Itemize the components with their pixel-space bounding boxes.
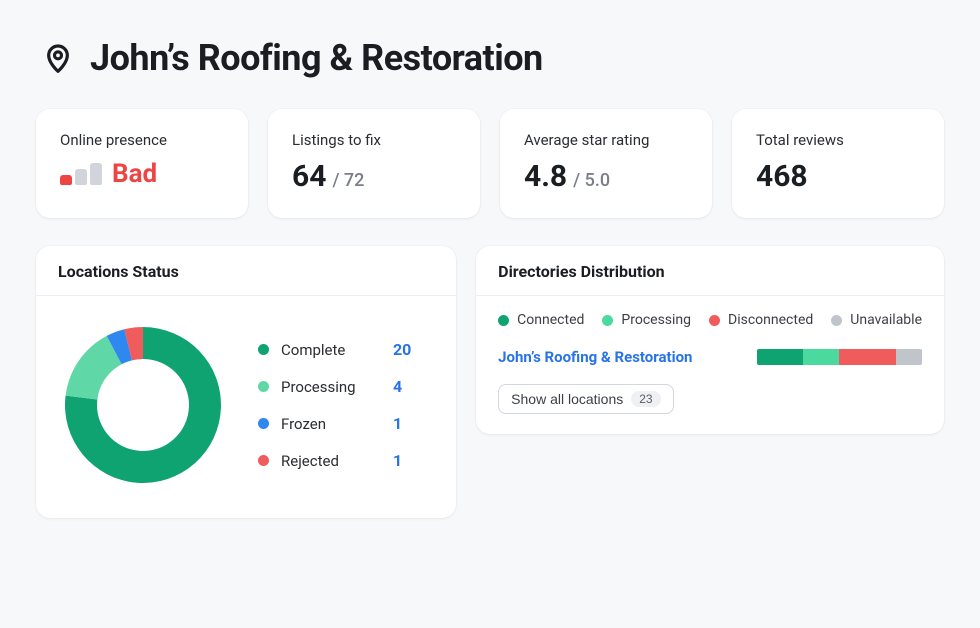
legend-dot-icon	[831, 315, 842, 326]
metric-suffix: / 72	[332, 170, 364, 191]
legend-label: Processing	[621, 312, 691, 328]
legend-label: Unavailable	[850, 312, 922, 328]
locations-count-badge: 23	[631, 391, 660, 407]
legend-item: Frozen 1	[258, 414, 411, 433]
dist-segment-processing	[803, 349, 839, 365]
legend-item: Processing 4	[258, 377, 411, 396]
distribution-bar	[757, 349, 922, 365]
legend-value: 20	[393, 340, 411, 359]
dist-legend-item: Disconnected	[709, 312, 813, 328]
legend-label: Processing	[281, 378, 381, 396]
legend-item: Complete 20	[258, 340, 411, 359]
legend-label: Disconnected	[728, 312, 813, 328]
page-title: John’s Roofing & Restoration	[90, 36, 543, 81]
metric-card-listings: Listings to fix 64 / 72	[268, 109, 480, 218]
legend-dot-icon	[498, 315, 509, 326]
legend-dot-icon	[258, 344, 269, 355]
locations-legend: Complete 20 Processing 4 Frozen 1 Reject…	[258, 340, 411, 470]
show-all-label: Show all locations	[511, 391, 623, 407]
dist-legend-item: Unavailable	[831, 312, 922, 328]
legend-value: 4	[393, 377, 402, 396]
metric-card-rating: Average star rating 4.8 / 5.0	[500, 109, 712, 218]
legend-label: Frozen	[281, 415, 381, 433]
legend-dot-icon	[602, 315, 613, 326]
legend-dot-icon	[258, 418, 269, 429]
metric-label: Online presence	[60, 131, 224, 149]
locations-donut-chart	[58, 320, 228, 490]
directories-distribution-panel: Directories Distribution Connected Proces…	[476, 246, 944, 434]
legend-value: 1	[393, 451, 402, 470]
metric-card-reviews: Total reviews 468	[732, 109, 944, 218]
metric-label: Average star rating	[524, 131, 688, 149]
presence-status: Bad	[112, 159, 157, 189]
distribution-row-name[interactable]: John’s Roofing & Restoration	[498, 348, 692, 366]
distribution-legend: Connected Processing Disconnected Unavailab…	[498, 312, 922, 328]
metric-label: Total reviews	[756, 131, 920, 149]
legend-label: Connected	[517, 312, 584, 328]
metric-label: Listings to fix	[292, 131, 456, 149]
dist-segment-connected	[757, 349, 803, 365]
dist-legend-item: Connected	[498, 312, 584, 328]
panel-title: Directories Distribution	[476, 246, 944, 296]
metrics-row: Online presence Bad Listings to fix 64 /…	[36, 109, 944, 218]
metric-suffix: / 5.0	[573, 170, 610, 191]
metric-value: 4.8	[524, 159, 567, 194]
legend-item: Rejected 1	[258, 451, 411, 470]
legend-label: Complete	[281, 341, 381, 359]
metric-value: 468	[756, 159, 808, 194]
dist-segment-unavailable	[896, 349, 922, 365]
metric-card-presence: Online presence Bad	[36, 109, 248, 218]
panel-title: Locations Status	[36, 246, 456, 296]
show-all-locations-button[interactable]: Show all locations 23	[498, 384, 673, 414]
location-pin-icon	[42, 42, 74, 78]
page-header: John’s Roofing & Restoration	[42, 36, 944, 81]
legend-dot-icon	[258, 455, 269, 466]
legend-value: 1	[393, 414, 402, 433]
legend-label: Rejected	[281, 452, 381, 470]
dist-legend-item: Processing	[602, 312, 691, 328]
legend-dot-icon	[258, 381, 269, 392]
metric-value: 64	[292, 159, 326, 194]
locations-status-panel: Locations Status Complete 20 Processing …	[36, 246, 456, 518]
dist-segment-disconnected	[839, 349, 895, 365]
legend-dot-icon	[709, 315, 720, 326]
panels-row: Locations Status Complete 20 Processing …	[36, 246, 944, 518]
signal-strength-icon	[60, 163, 102, 185]
